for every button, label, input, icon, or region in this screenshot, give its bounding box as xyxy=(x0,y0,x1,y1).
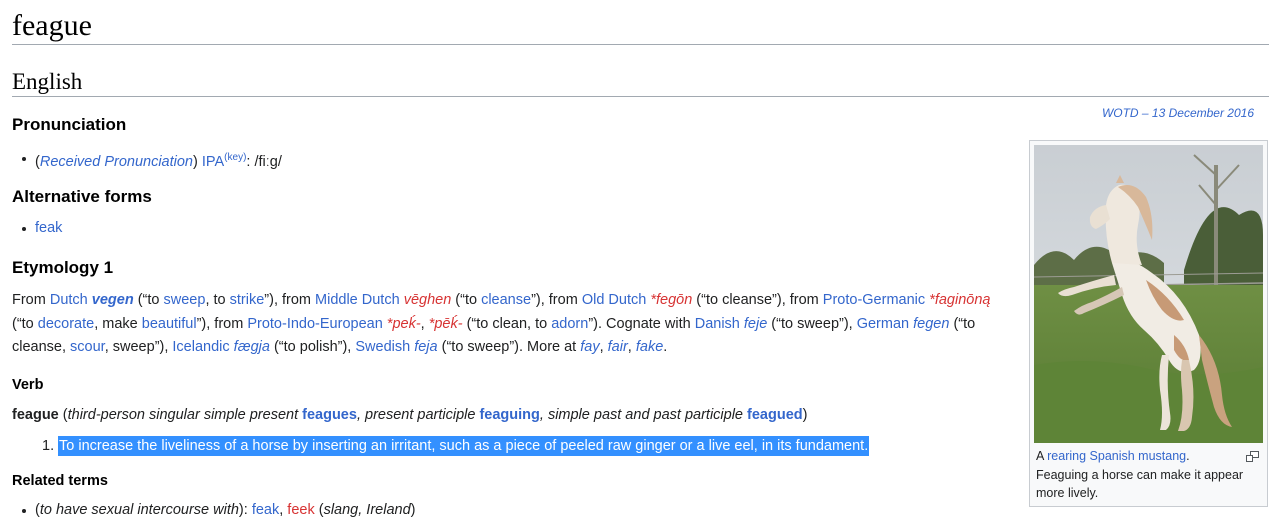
etymology-text: (“to xyxy=(12,315,38,332)
related-feak-link[interactable]: feak xyxy=(252,502,279,518)
etymology-text: , xyxy=(599,339,608,355)
etymology-text: . xyxy=(663,339,668,355)
headword: feague xyxy=(12,407,59,423)
etymology-link[interactable]: Middle Dutch xyxy=(315,292,400,308)
title-divider xyxy=(12,44,1269,45)
etymology-link[interactable]: fair xyxy=(608,339,628,355)
etymology-text: , xyxy=(627,339,636,355)
etymology-text: (“to polish”), xyxy=(269,339,356,355)
horse-photo-illustration xyxy=(1034,145,1263,443)
pronunciation-heading: Pronunciation xyxy=(12,115,127,134)
etymology-text: ”). Cognate with xyxy=(588,315,695,332)
etymology-text: ”), from xyxy=(196,315,248,332)
etymology-link[interactable]: Danish xyxy=(695,316,740,332)
etymology-link[interactable]: adorn xyxy=(551,316,588,332)
related-feek-link[interactable]: feek xyxy=(287,502,314,518)
etymology-text: (“to sweep”), xyxy=(767,315,857,332)
etymology-link[interactable]: strike xyxy=(230,292,265,308)
etymology-link[interactable]: Icelandic xyxy=(172,339,229,355)
etymology-text: (“to xyxy=(451,292,482,308)
etymology-link[interactable]: decorate xyxy=(38,316,94,332)
etymology-text: , to xyxy=(205,292,230,308)
etymology-heading: Etymology 1 xyxy=(12,258,114,277)
etymology-link[interactable]: Dutch xyxy=(50,292,88,308)
etymology-link[interactable]: fegen xyxy=(913,316,949,332)
etymology-link[interactable]: Proto-Indo-European xyxy=(247,316,382,332)
etymology-link[interactable]: fay xyxy=(580,339,599,355)
etymology-link[interactable]: Swedish xyxy=(355,339,410,355)
thumbnail-caption: A rearing Spanish mustang. Feaguing a ho… xyxy=(1036,449,1244,501)
ipa-transcription: /fiːg/ xyxy=(254,154,282,170)
language-heading: English xyxy=(12,69,83,94)
etymology-link[interactable]: German xyxy=(857,316,909,332)
rearing-link[interactable]: rearing xyxy=(1047,449,1086,463)
alternative-forms-heading: Alternative forms xyxy=(12,187,152,206)
etymology-link[interactable]: feje xyxy=(744,316,767,332)
horse-image[interactable] xyxy=(1034,145,1263,443)
wotd-link[interactable]: WOTD – 13 December 2016 xyxy=(1102,106,1254,120)
definition-text-selected[interactable]: To increase the liveliness of a horse by… xyxy=(58,436,870,456)
verb-heading: Verb xyxy=(12,377,44,393)
definition-item: 1. To increase the liveliness of a horse… xyxy=(12,436,912,456)
caption-description: Feaguing a horse can make it appear more… xyxy=(1036,467,1244,501)
language-divider xyxy=(12,96,1269,97)
etymology-link[interactable]: cleanse xyxy=(481,292,531,308)
etymology-link[interactable]: beautiful xyxy=(142,316,197,332)
headword-line: feague (third-person singular simple pre… xyxy=(12,407,808,423)
received-pronunciation-link[interactable]: Received Pronunciation xyxy=(40,154,193,170)
etymology-text: (“to cleanse”), from xyxy=(692,292,823,308)
etymology-link[interactable]: sweep xyxy=(164,292,206,308)
etymology-text: , xyxy=(420,315,429,332)
thumbnail-box: A rearing Spanish mustang. Feaguing a ho… xyxy=(1029,140,1268,507)
etymology-link[interactable]: feja xyxy=(414,339,437,355)
etymology-paragraph: From Dutch vegen (“to sweep, to strike”)… xyxy=(12,289,1007,360)
etymology-link[interactable]: *faginōną xyxy=(929,292,990,308)
alternative-form-item: feak xyxy=(22,218,62,238)
etymology-text: , make xyxy=(94,315,142,332)
etymology-link[interactable]: *peḱ- xyxy=(387,316,421,332)
etymology-link[interactable]: *fegōn xyxy=(650,292,692,308)
pronunciation-item: (Received Pronunciation) IPA(key): /fiːg… xyxy=(22,148,282,172)
etymology-text: From xyxy=(12,292,50,308)
etymology-link[interactable]: Proto-Germanic xyxy=(823,292,925,308)
etymology-text: ”), from xyxy=(531,292,582,308)
etymology-link[interactable]: Old Dutch xyxy=(582,292,646,308)
etymology-text: (“to clean, to xyxy=(462,315,552,332)
etymology-link[interactable]: vegen xyxy=(92,292,134,308)
magnify-clip-icon[interactable] xyxy=(1246,449,1259,467)
ipa-key-link[interactable]: (key) xyxy=(224,152,246,163)
feaguing-link[interactable]: feaguing xyxy=(479,407,539,423)
etymology-text: , sweep”), xyxy=(104,339,173,355)
etymology-text: (“to xyxy=(133,292,164,308)
feagues-link[interactable]: feagues xyxy=(302,407,357,423)
etymology-link[interactable]: fægja xyxy=(234,339,270,355)
feak-link[interactable]: feak xyxy=(35,220,62,236)
etymology-link[interactable]: fake xyxy=(636,339,663,355)
etymology-link[interactable]: vēghen xyxy=(404,292,452,308)
definition-list: 1. To increase the liveliness of a horse… xyxy=(12,436,912,456)
etymology-link[interactable]: *pēḱ- xyxy=(429,316,463,332)
definition-number: 1. xyxy=(42,438,55,454)
ipa-link[interactable]: IPA xyxy=(202,154,224,170)
related-terms-heading: Related terms xyxy=(12,473,108,489)
etymology-text: ”), from xyxy=(264,292,316,308)
etymology-text: (“to sweep”). More at xyxy=(437,339,581,355)
related-term-item: (to have sexual intercourse with): feak,… xyxy=(22,500,415,520)
spanish-mustang-link[interactable]: Spanish mustang xyxy=(1090,449,1187,463)
page-title: feague xyxy=(12,9,92,42)
etymology-link[interactable]: scour xyxy=(70,339,105,355)
feagued-link[interactable]: feagued xyxy=(747,407,803,423)
